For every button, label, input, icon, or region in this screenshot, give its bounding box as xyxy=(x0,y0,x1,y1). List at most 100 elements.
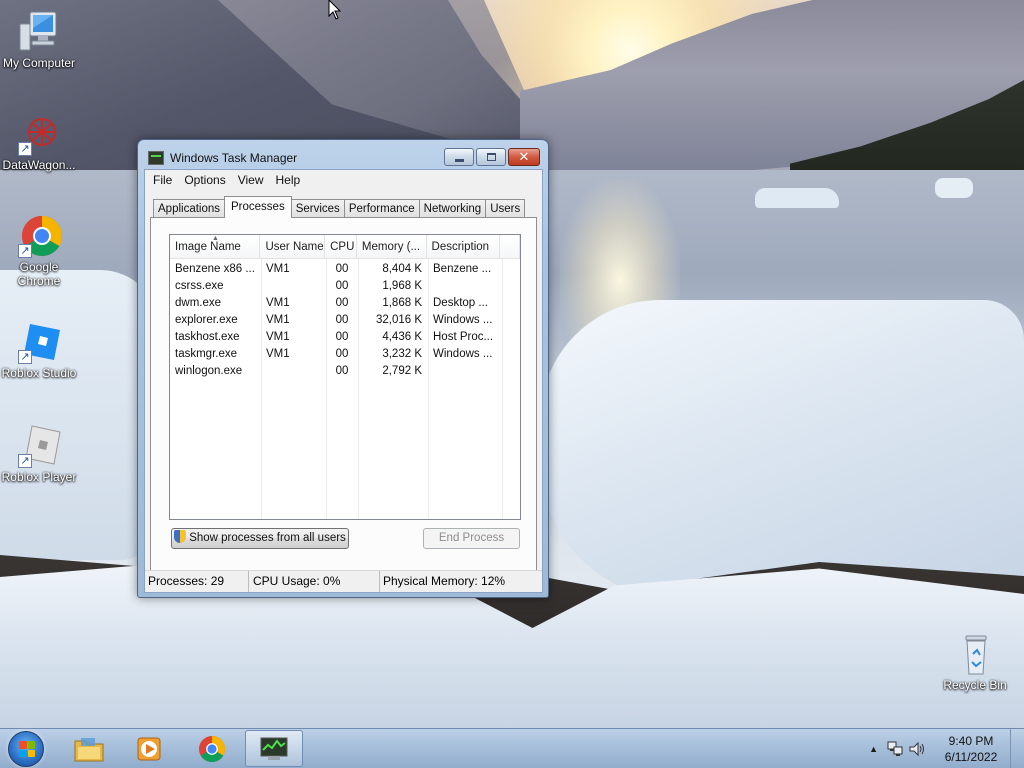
taskbar-explorer-button[interactable] xyxy=(60,730,118,767)
shortcut-arrow-icon: ↗ xyxy=(18,244,32,258)
media-player-icon xyxy=(137,737,161,760)
process-row[interactable]: Benzene x86 ... VM1 00 8,404 K Benzene ... xyxy=(170,261,520,278)
window-title: Windows Task Manager xyxy=(170,151,298,165)
close-button[interactable]: ✕ xyxy=(508,148,540,166)
windows-logo-icon xyxy=(19,741,35,757)
title-bar[interactable]: Windows Task Manager xyxy=(148,149,297,167)
desktop-icon-label: DataWagon... xyxy=(2,158,76,172)
tab-applications[interactable]: Applications xyxy=(153,199,226,218)
desktop-icon-label: Roblox Studio xyxy=(1,366,77,380)
network-icon[interactable] xyxy=(886,741,904,757)
tab-networking[interactable]: Networking xyxy=(418,199,487,218)
column-user-name[interactable]: User Name xyxy=(260,235,326,258)
volume-icon[interactable] xyxy=(908,741,926,757)
process-list[interactable]: ▲ Image Name User Name CPU Memory (... De… xyxy=(169,234,521,520)
desktop-icon-datawagon[interactable]: ↗ DataWagon... xyxy=(0,112,78,172)
status-bar: Processes: 29 CPU Usage: 0% Physical Mem… xyxy=(145,570,542,592)
menu-bar: File Options View Help xyxy=(145,170,542,190)
desktop-icon-label: My Computer xyxy=(2,56,76,70)
roblox-studio-icon: ↗ xyxy=(16,320,62,364)
window-controls: ✕ xyxy=(444,148,540,166)
ice-right xyxy=(540,300,1024,600)
chrome-icon: ↗ xyxy=(16,214,62,258)
process-name: taskmgr.exe xyxy=(175,348,237,360)
menu-help[interactable]: Help xyxy=(270,173,307,187)
process-user: VM1 xyxy=(266,348,290,360)
datawagon-icon: ↗ xyxy=(16,112,62,156)
desktop-icon-roblox-studio[interactable]: ↗ Roblox Studio xyxy=(0,320,78,380)
process-row[interactable]: taskmgr.exe VM1 00 3,232 K Windows ... xyxy=(170,346,520,363)
recycle-bin-icon xyxy=(952,632,998,676)
end-process-button[interactable]: End Process xyxy=(423,528,520,549)
show-hidden-icons-icon[interactable]: ▲ xyxy=(869,744,878,754)
taskbar: ▲ 9:40 PM 6/11/2022 xyxy=(0,728,1024,768)
process-name: winlogon.exe xyxy=(175,365,243,377)
taskbar-task-manager-button[interactable] xyxy=(245,730,303,767)
process-name: explorer.exe xyxy=(175,314,238,326)
desktop-icon-my-computer[interactable]: My Computer xyxy=(0,10,78,70)
column-description[interactable]: Description xyxy=(427,235,501,258)
tab-services[interactable]: Services xyxy=(290,199,345,218)
uac-shield-icon xyxy=(174,530,187,543)
shortcut-arrow-icon: ↗ xyxy=(18,350,32,364)
tab-users[interactable]: Users xyxy=(485,199,526,218)
process-row[interactable]: dwm.exe VM1 00 1,868 K Desktop ... xyxy=(170,295,520,312)
process-cpu: 00 xyxy=(335,314,349,326)
process-cpu: 00 xyxy=(335,348,349,360)
processes-panel: ▲ Image Name User Name CPU Memory (... De… xyxy=(150,217,537,589)
process-user: VM1 xyxy=(266,297,290,309)
process-user xyxy=(261,278,326,295)
process-row[interactable]: taskhost.exe VM1 00 4,436 K Host Proc... xyxy=(170,329,520,346)
taskbar-clock[interactable]: 9:40 PM 6/11/2022 xyxy=(932,733,1010,765)
process-description: Windows ... xyxy=(433,314,493,326)
show-desktop-button[interactable] xyxy=(1010,729,1024,768)
process-row[interactable]: explorer.exe VM1 00 32,016 K Windows ... xyxy=(170,312,520,329)
folder-icon xyxy=(74,737,104,761)
process-description xyxy=(428,278,502,295)
minimize-button[interactable] xyxy=(444,148,474,166)
column-image-name[interactable]: ▲ Image Name xyxy=(170,235,261,258)
tab-performance[interactable]: Performance xyxy=(343,199,420,218)
process-list-header: ▲ Image Name User Name CPU Memory (... De… xyxy=(170,235,520,259)
task-manager-icon xyxy=(148,151,164,165)
shortcut-arrow-icon: ↗ xyxy=(18,454,32,468)
process-description: Benzene ... xyxy=(433,263,492,275)
maximize-button[interactable] xyxy=(476,148,506,166)
column-cpu[interactable]: CPU xyxy=(325,235,357,258)
menu-view[interactable]: View xyxy=(232,173,270,187)
chrome-icon xyxy=(198,735,226,762)
process-row[interactable]: csrss.exe 00 1,968 K xyxy=(170,278,520,295)
taskbar-chrome-button[interactable] xyxy=(183,730,241,767)
taskbar-media-player-button[interactable] xyxy=(120,730,178,767)
desktop-icon-google-chrome[interactable]: ↗ Google Chrome xyxy=(0,214,78,288)
show-all-processes-button[interactable]: Show processes from all users xyxy=(171,528,349,549)
task-manager-window[interactable]: Windows Task Manager ✕ File Options View… xyxy=(137,139,549,598)
desktop-icon-recycle-bin[interactable]: Recycle Bin xyxy=(936,632,1014,692)
process-user: VM1 xyxy=(266,314,290,326)
computer-icon xyxy=(16,10,62,54)
process-name: dwm.exe xyxy=(175,297,222,309)
column-filler xyxy=(500,235,520,258)
process-user: VM1 xyxy=(266,331,290,343)
ice-left xyxy=(0,270,160,560)
status-cpu-usage: CPU Usage: 0% xyxy=(249,571,380,592)
process-cpu: 00 xyxy=(335,280,349,292)
ice-floe xyxy=(755,188,839,208)
process-row[interactable]: winlogon.exe 00 2,792 K xyxy=(170,363,520,380)
tab-processes[interactable]: Processes xyxy=(224,196,292,218)
mouse-cursor-icon xyxy=(328,0,341,20)
process-memory: 32,016 K xyxy=(375,314,422,326)
start-button[interactable] xyxy=(8,731,44,767)
process-memory: 3,232 K xyxy=(382,348,422,360)
menu-options[interactable]: Options xyxy=(178,173,231,187)
process-name: taskhost.exe xyxy=(175,331,240,343)
menu-file[interactable]: File xyxy=(147,173,178,187)
column-memory[interactable]: Memory (... xyxy=(357,235,427,258)
desktop-icon-label: Recycle Bin xyxy=(943,678,1007,692)
process-cpu: 00 xyxy=(335,297,349,309)
desktop-icon-roblox-player[interactable]: ↗ Roblox Player xyxy=(0,424,78,484)
sort-ascending-icon: ▲ xyxy=(212,235,219,242)
process-cpu: 00 xyxy=(335,331,349,343)
clock-time: 9:40 PM xyxy=(948,734,994,748)
process-description: Desktop ... xyxy=(433,297,488,309)
